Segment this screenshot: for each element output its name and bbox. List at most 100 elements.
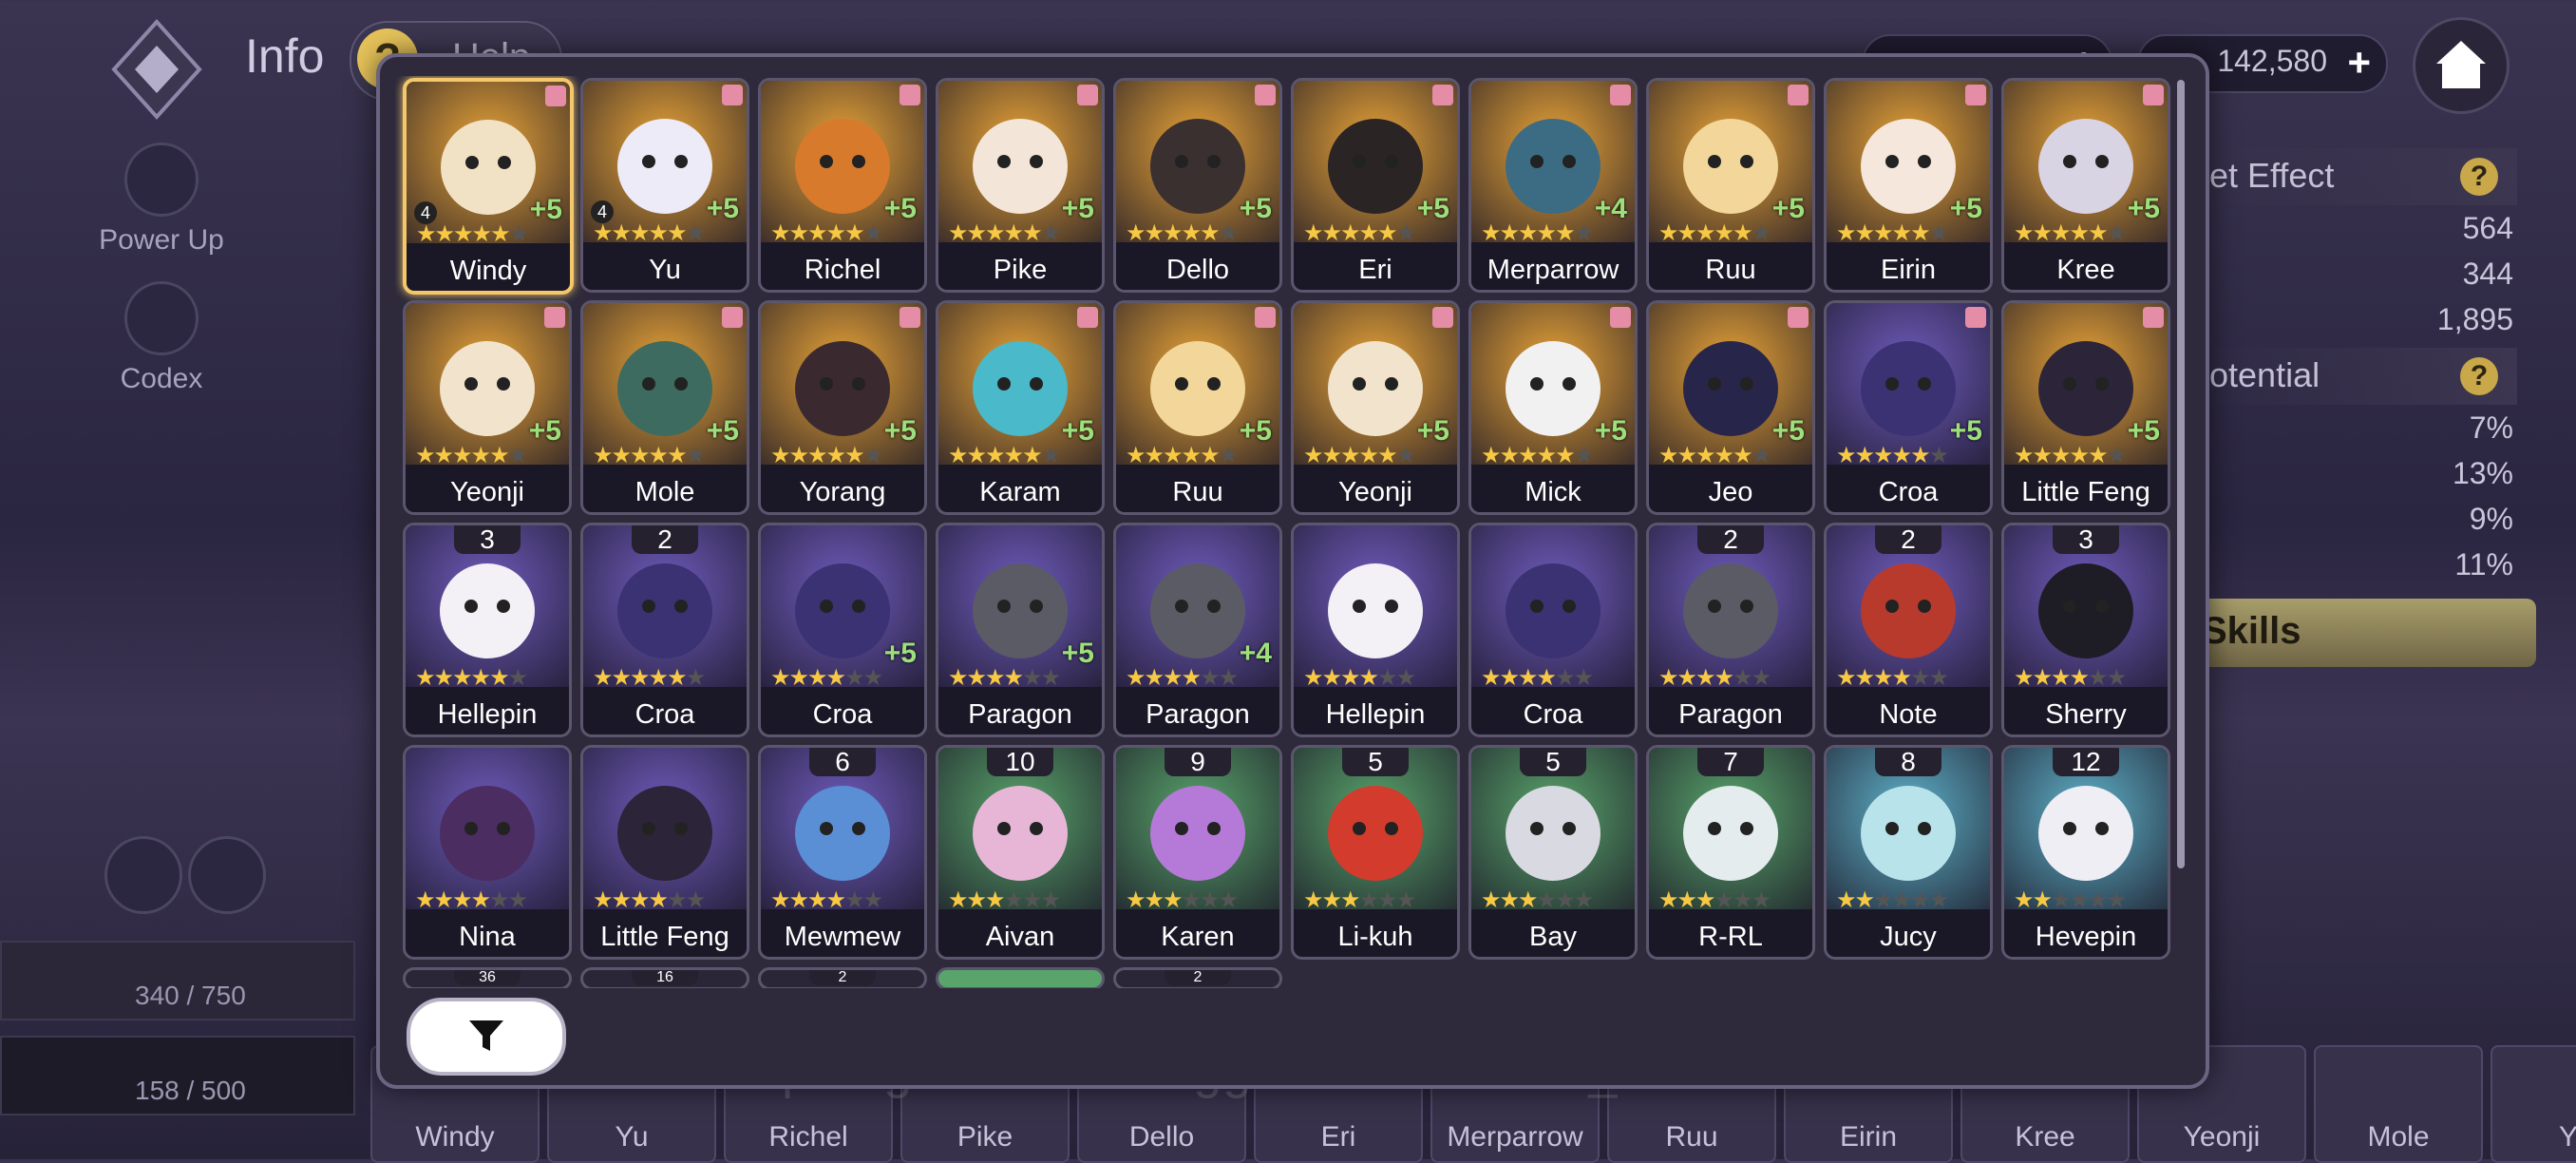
- eye-shape: [997, 377, 1011, 391]
- character-card[interactable]: +5 ★★★★★★ Yorang: [758, 300, 927, 515]
- character-card[interactable]: 3 ★★★★★★ Hellepin: [403, 523, 572, 737]
- roster-card[interactable]: Yo: [2491, 1045, 2576, 1163]
- eye-shape: [1918, 600, 1931, 613]
- star-icon: ★: [862, 887, 883, 913]
- eye-shape: [1740, 377, 1753, 391]
- character-card[interactable]: +5 ★★★★★★ Little Feng: [2001, 300, 2170, 515]
- roster-card[interactable]: Mole: [2314, 1045, 2483, 1163]
- eye-shape: [1918, 377, 1931, 391]
- character-card[interactable]: +5 ★★★★★★ Croa: [758, 523, 927, 737]
- character-card[interactable]: +5 ★★★★★★ Mick: [1468, 300, 1638, 515]
- character-card[interactable]: 10 ★★★★★★ Aivan: [936, 745, 1105, 960]
- star-icon: ★: [1854, 443, 1875, 468]
- star-icon: ★: [2032, 887, 2053, 913]
- star-icon: ★: [770, 665, 790, 691]
- enhance-level: +5: [1239, 415, 1272, 447]
- star-icon: ★: [2051, 220, 2071, 246]
- enhance-level: +5: [1771, 193, 1805, 224]
- character-card[interactable]: 4 +5 ★★★★★★ Windy: [403, 78, 574, 295]
- character-card[interactable]: +5 ★★★★★★ Paragon: [936, 523, 1105, 737]
- character-card[interactable]: 2: [758, 967, 927, 988]
- character-card[interactable]: 2 ★★★★★★ Note: [1824, 523, 1993, 737]
- character-name: Yu: [649, 255, 681, 285]
- character-card[interactable]: 9 ★★★★★★ Karen: [1113, 745, 1282, 960]
- eye-shape: [1353, 155, 1366, 168]
- duplicate-count: 12: [2053, 748, 2119, 776]
- star-icon: ★: [415, 665, 435, 691]
- grid-view-button[interactable]: [104, 836, 182, 914]
- character-card[interactable]: +5 ★★★★★★ Jeo: [1646, 300, 1815, 515]
- filter-button[interactable]: [188, 836, 266, 914]
- help-icon[interactable]: ?: [2460, 357, 2498, 395]
- character-card[interactable]: +4 ★★★★★★ Paragon: [1113, 523, 1282, 737]
- skills-button[interactable]: Skills: [2185, 599, 2536, 667]
- character-card[interactable]: +5 ★★★★★★ Ruu: [1113, 300, 1282, 515]
- star-icon: ★: [825, 887, 846, 913]
- star-rating: ★★★★★★: [948, 887, 1061, 914]
- home-button[interactable]: [2413, 17, 2510, 114]
- star-icon: ★: [1928, 220, 1949, 246]
- star-icon: ★: [1377, 220, 1397, 246]
- star-icon: ★: [1536, 887, 1557, 913]
- character-grid[interactable]: 4 +5 ★★★★★★ Windy 4 +5 ★★★★★★ Yu +5 ★★★★★★ Richel +…: [395, 76, 2171, 988]
- star-icon: ★: [1910, 665, 1930, 691]
- star-rating: ★★★★★★: [770, 219, 883, 247]
- character-card[interactable]: 2: [1113, 967, 1282, 988]
- star-icon: ★: [1518, 443, 1538, 468]
- favorite-icon: [1788, 85, 1809, 105]
- character-card[interactable]: +4 ★★★★★★ Merparrow: [1468, 78, 1638, 293]
- character-name: Li-kuh: [1337, 922, 1413, 952]
- character-card[interactable]: +5 ★★★★★★ Eirin: [1824, 78, 1993, 293]
- character-card[interactable]: +5 ★★★★★★ Richel: [758, 78, 927, 293]
- star-icon: ★: [1695, 220, 1715, 246]
- character-card[interactable]: +5 ★★★★★★ Dello: [1113, 78, 1282, 293]
- help-icon[interactable]: ?: [2460, 158, 2498, 196]
- character-card[interactable]: 5 ★★★★★★ Bay: [1468, 745, 1638, 960]
- character-card[interactable]: 6 ★★★★★★ Mewmew: [758, 745, 927, 960]
- character-card[interactable]: +5 ★★★★★★ Croa: [1824, 300, 1993, 515]
- character-card[interactable]: +5 ★★★★★★ Yeonji: [403, 300, 572, 515]
- sidebar-item-power-up[interactable]: Power Up: [95, 143, 228, 257]
- enhance-level: +4: [1239, 638, 1272, 669]
- character-card[interactable]: +5 ★★★★★★ Yeonji: [1291, 300, 1460, 515]
- character-card[interactable]: 36: [403, 967, 572, 988]
- game-logo-icon[interactable]: [104, 17, 209, 122]
- eye-shape: [2095, 822, 2109, 835]
- scrollbar[interactable]: [2177, 80, 2185, 868]
- character-card[interactable]: +5 ★★★★★★ Kree: [2001, 78, 2170, 293]
- character-card[interactable]: ★★★★★★ Nina: [403, 745, 572, 960]
- character-card[interactable]: +5 ★★★★★★ Mole: [580, 300, 749, 515]
- add-currency-icon[interactable]: +: [2347, 40, 2371, 86]
- sidebar-item-codex[interactable]: Codex: [95, 281, 228, 395]
- character-card[interactable]: 7 ★★★★★★ R-RL: [1646, 745, 1815, 960]
- character-card[interactable]: 4 +5 ★★★★★★ Yu: [580, 78, 749, 293]
- character-card[interactable]: 3 ★★★★★★ Sherry: [2001, 523, 2170, 737]
- star-icon: ★: [667, 665, 687, 691]
- star-icon: ★: [1751, 220, 1771, 246]
- character-card[interactable]: 2 ★★★★★★ Paragon: [1646, 523, 1815, 737]
- character-card[interactable]: +5 ★★★★★★ Pike: [936, 78, 1105, 293]
- character-card[interactable]: +5 ★★★★★★ Ruu: [1646, 78, 1815, 293]
- eye-shape: [1175, 600, 1188, 613]
- character-art-icon: [1506, 119, 1601, 214]
- character-card[interactable]: ★★★★★★ Croa: [1468, 523, 1638, 737]
- character-card[interactable]: +5 ★★★★★★ Eri: [1291, 78, 1460, 293]
- character-card[interactable]: ★★★★★★ Hellepin: [1291, 523, 1460, 737]
- character-card[interactable]: 2 ★★★★★★ Croa: [580, 523, 749, 737]
- character-art-icon: [440, 786, 535, 881]
- character-card[interactable]: +5 ★★★★★★ Karam: [936, 300, 1105, 515]
- character-card[interactable]: ★★★★★★ Little Feng: [580, 745, 749, 960]
- character-name: Ruu: [1705, 255, 1756, 285]
- character-card[interactable]: 16: [580, 967, 749, 988]
- character-card[interactable]: [936, 967, 1105, 988]
- eye-shape: [1708, 377, 1721, 391]
- character-card[interactable]: 8 ★★★★★★ Jucy: [1824, 745, 1993, 960]
- modal-filter-button[interactable]: [407, 998, 566, 1076]
- character-art-icon: [1861, 563, 1956, 658]
- eye-shape: [1175, 822, 1188, 835]
- star-icon: ★: [1144, 887, 1165, 913]
- character-card[interactable]: 12 ★★★★★★ Hevepin: [2001, 745, 2170, 960]
- star-icon: ★: [433, 443, 454, 468]
- character-card[interactable]: 5 ★★★★★★ Li-kuh: [1291, 745, 1460, 960]
- eye-shape: [1918, 822, 1931, 835]
